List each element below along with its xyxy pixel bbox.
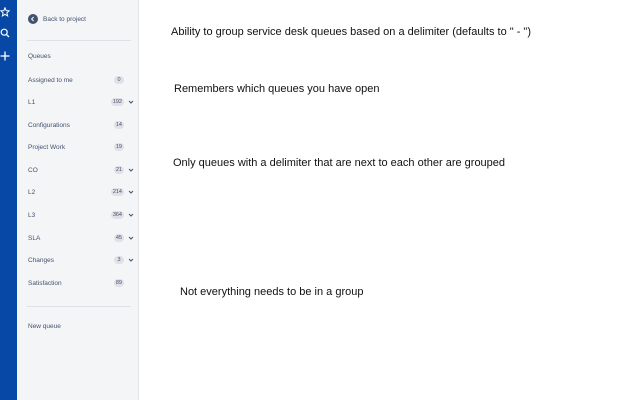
feature-caption-optional-group: Not everything needs to be in a group (180, 286, 364, 298)
queue-label: Assigned to me (28, 76, 73, 84)
queue-item-l1[interactable]: L1 192 (28, 96, 136, 108)
back-to-project-label: Back to project (43, 15, 86, 23)
queue-item-assigned-to-me[interactable]: Assigned to me 0 (28, 74, 136, 86)
search-icon[interactable] (0, 27, 10, 39)
feature-caption-adjacent-grouping: Only queues with a delimiter that are ne… (173, 157, 506, 169)
queue-count-badge: 3 (114, 256, 124, 264)
divider (27, 40, 131, 41)
queue-count-badge: 214 (110, 188, 124, 196)
global-nav (0, 0, 17, 400)
back-to-project-link[interactable]: Back to project (28, 11, 86, 27)
queue-label: Satisfaction (28, 279, 62, 287)
feature-caption-grouping: Ability to group service desk queues bas… (171, 26, 531, 38)
queue-count-badge: 19 (113, 143, 124, 151)
queue-item-l2[interactable]: L2 214 (28, 186, 136, 198)
queue-item-configurations[interactable]: Configurations 14 (28, 119, 136, 131)
queue-label: L1 (28, 98, 36, 106)
queue-item-project-work[interactable]: Project Work 19 (28, 141, 136, 153)
chevron-down-icon[interactable] (128, 188, 134, 196)
queue-label: L2 (28, 188, 36, 196)
queue-label: Project Work (28, 143, 66, 151)
chevron-down-icon[interactable] (128, 98, 134, 106)
divider (27, 306, 131, 307)
queue-item-co[interactable]: CO 21 (28, 164, 136, 176)
queue-count-badge: 14 (113, 121, 124, 129)
plus-icon[interactable] (0, 50, 10, 62)
new-queue-link[interactable]: New queue (28, 323, 61, 330)
queues-sidebar: Back to project Queues Assigned to me 0 … (17, 0, 139, 400)
chevron-down-icon[interactable] (128, 256, 134, 264)
queue-count-badge: 21 (113, 166, 124, 174)
queue-item-sla[interactable]: SLA 45 (28, 232, 136, 244)
queue-item-changes[interactable]: Changes 3 (28, 254, 136, 266)
chevron-down-icon[interactable] (128, 234, 134, 242)
star-icon[interactable] (0, 6, 10, 18)
queue-count-badge: 0 (114, 76, 124, 84)
queue-label: SLA (28, 234, 41, 242)
queue-item-satisfaction[interactable]: Satisfaction 89 (28, 277, 136, 289)
chevron-down-icon[interactable] (128, 166, 134, 174)
feature-caption-remember-open: Remembers which queues you have open (174, 83, 380, 95)
queue-label: L3 (28, 211, 36, 219)
queue-label: Changes (28, 256, 55, 264)
queue-item-l3[interactable]: L3 364 (28, 209, 136, 221)
queue-count-badge: 192 (110, 98, 124, 106)
queue-count-badge: 45 (113, 234, 124, 242)
queue-count-badge: 89 (113, 279, 124, 287)
back-arrow-icon (28, 14, 38, 24)
queue-label: Configurations (28, 121, 70, 129)
queues-heading: Queues (28, 53, 51, 60)
chevron-down-icon[interactable] (128, 211, 134, 219)
queue-label: CO (28, 166, 38, 174)
queue-count-badge: 364 (110, 211, 124, 219)
